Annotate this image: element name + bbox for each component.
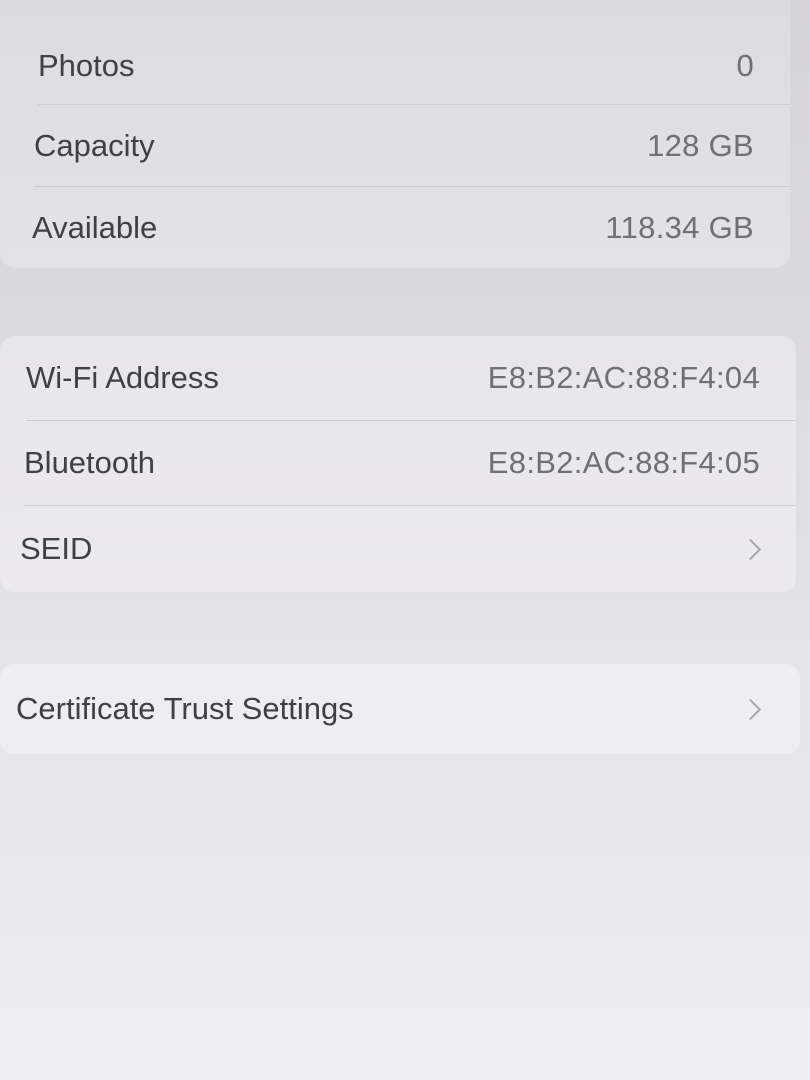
capacity-value: 128 GB [647,128,754,163]
divider [38,104,790,105]
storage-info-group: Photos 0 Capacity 128 GB Available 118.3… [0,0,790,268]
available-label: Available [32,210,158,245]
capacity-row: Capacity 128 GB [0,120,790,172]
divider [26,420,796,421]
chevron-right-icon [739,698,762,720]
photos-value: 0 [736,48,754,83]
divider [34,186,790,187]
certificate-trust-settings-label: Certificate Trust Settings [16,691,354,726]
seid-row[interactable]: SEID [0,523,796,575]
wifi-address-value: E8:B2:AC:88:F4:04 [487,360,760,395]
wifi-address-label: Wi-Fi Address [26,360,219,395]
bluetooth-value: E8:B2:AC:88:F4:05 [487,445,760,480]
seid-label: SEID [20,531,93,566]
photos-label: Photos [38,48,135,83]
certificate-group: Certificate Trust Settings [0,664,800,754]
bluetooth-label: Bluetooth [24,445,155,480]
network-info-group: Wi-Fi Address E8:B2:AC:88:F4:04 Bluetoot… [0,336,796,592]
wifi-address-row: Wi-Fi Address E8:B2:AC:88:F4:04 [0,352,796,404]
certificate-trust-settings-row[interactable]: Certificate Trust Settings [0,683,800,735]
divider [24,505,796,506]
photos-row: Photos 0 [0,40,790,92]
available-row: Available 118.34 GB [0,202,790,254]
chevron-right-icon [739,538,762,560]
capacity-label: Capacity [34,128,155,163]
available-value: 118.34 GB [605,210,754,245]
bluetooth-row: Bluetooth E8:B2:AC:88:F4:05 [0,437,796,489]
